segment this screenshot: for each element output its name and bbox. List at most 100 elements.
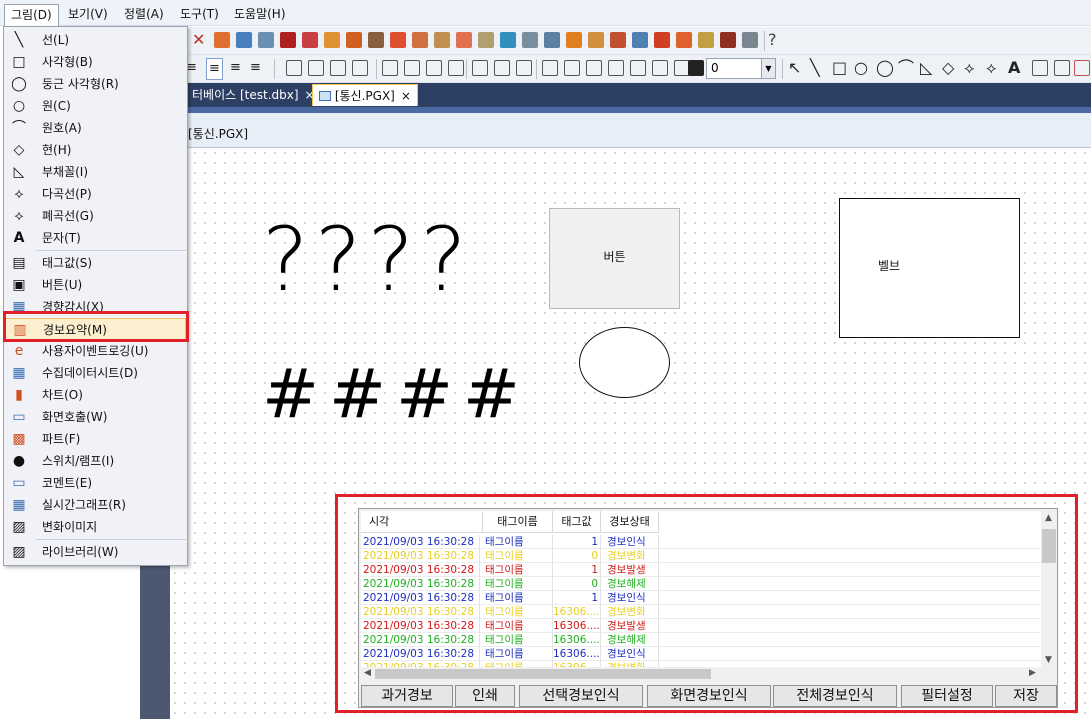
space-vertical-icon[interactable] [564, 60, 580, 76]
valve-object[interactable]: 벨브 [839, 198, 1020, 338]
menu-item-part[interactable]: ▩ 파트(F) [5, 428, 186, 450]
menu-item-text[interactable]: A 문자(T) [5, 227, 186, 249]
arc-tool-icon[interactable]: ⌒ [898, 58, 914, 78]
space-horizontal-icon[interactable] [542, 60, 558, 76]
hash-marks-text[interactable]: #### [262, 358, 530, 432]
menu-item-chord[interactable]: ◇ 현(H) [5, 139, 186, 161]
ungroup-icon[interactable] [308, 60, 324, 76]
gallery-icon[interactable] [742, 32, 758, 48]
menu-item-polycurve[interactable]: ⟡ 다곡선(P) [5, 183, 186, 205]
text-tool-icon[interactable]: A [1008, 58, 1020, 78]
button-object[interactable]: 버튼 [549, 208, 680, 309]
database-icon[interactable] [368, 32, 384, 48]
menu-item-chart[interactable]: ▮ 차트(O) [5, 384, 186, 406]
group-icon[interactable] [286, 60, 302, 76]
pie-tool-icon[interactable]: ◺ [920, 58, 932, 78]
align-middle-icon[interactable]: ≡ [230, 58, 241, 78]
device-icon[interactable] [280, 32, 296, 48]
question-marks-text[interactable]: ???? [262, 210, 473, 310]
button-tool-icon[interactable] [1054, 60, 1070, 76]
io-icon[interactable] [302, 32, 318, 48]
same-height-icon[interactable] [494, 60, 510, 76]
grid-icon[interactable] [544, 32, 560, 48]
menu-item-rectangle[interactable]: □ 사각형(B) [5, 51, 186, 73]
grid-toggle-icon[interactable] [688, 60, 704, 76]
send-back-icon[interactable] [352, 60, 368, 76]
chevron-down-icon[interactable]: ▼ [761, 59, 775, 78]
eraser-icon[interactable] [214, 32, 230, 48]
menu-item-switch-lamp[interactable]: ● 스위치/램프(I) [5, 450, 186, 472]
menu-draw[interactable]: 그림(D) [4, 4, 59, 26]
flip-vertical-icon[interactable] [608, 60, 624, 76]
menu-help[interactable]: 도움말(H) [228, 4, 292, 24]
network-icon[interactable] [258, 32, 274, 48]
menu-item-tag-value[interactable]: ▤ 태그값(S) [5, 252, 186, 274]
menu-item-library[interactable]: ▨ 라이브러리(W) [5, 541, 186, 563]
chord-tool-icon[interactable]: ◇ [942, 58, 954, 78]
rectangle-tool-icon[interactable]: □ [832, 58, 847, 78]
menu-item-rounded-rectangle[interactable]: ◯ 둥근 사각형(R) [5, 73, 186, 95]
tab-page[interactable]: [통신.PGX] × [312, 84, 418, 106]
menu-item-closed-curve[interactable]: ⟡ 폐곡선(G) [5, 205, 186, 227]
polycurve-tool-icon[interactable]: ⟡ [964, 58, 975, 78]
image-icon[interactable] [698, 32, 714, 48]
menu-item-circle[interactable]: ○ 원(C) [5, 95, 186, 117]
tag-tool-icon[interactable] [1032, 60, 1048, 76]
key-icon[interactable] [654, 32, 670, 48]
report-icon[interactable] [456, 32, 472, 48]
module-icon[interactable] [346, 32, 362, 48]
align-bottom-edge-icon[interactable] [448, 60, 464, 76]
align-top-edge-icon[interactable] [404, 60, 420, 76]
align-left-edge-icon[interactable] [382, 60, 398, 76]
script-icon[interactable] [324, 32, 340, 48]
user-icon[interactable] [566, 32, 582, 48]
event-icon[interactable] [588, 32, 604, 48]
menu-arrange[interactable]: 정렬(A) [118, 4, 170, 24]
tool-icon[interactable] [720, 32, 736, 48]
menu-item-arc[interactable]: ⌒ 원호(A) [5, 117, 186, 139]
menu-item-line[interactable]: ╲ 선(L) [5, 29, 186, 51]
page-copy-icon[interactable] [412, 32, 428, 48]
ellipse-object[interactable] [579, 327, 670, 398]
menu-item-screen-call[interactable]: ▭ 화면호출(W) [5, 406, 186, 428]
align-right-edge-icon[interactable] [426, 60, 442, 76]
monitor-icon[interactable] [632, 32, 648, 48]
page-add-icon[interactable] [390, 32, 406, 48]
tab-database-label: 터베이스 [test.dbx] [192, 88, 299, 102]
rotate-right-icon[interactable] [652, 60, 668, 76]
tab-database[interactable]: 터베이스 [test.dbx] × [186, 84, 321, 106]
same-size-icon[interactable] [516, 60, 532, 76]
align-right-icon[interactable]: ≡ [250, 58, 261, 78]
alarm-icon[interactable] [610, 32, 626, 48]
settings-icon[interactable] [500, 32, 516, 48]
menu-tools[interactable]: 도구(T) [174, 4, 225, 24]
menu-view[interactable]: 보기(V) [62, 4, 114, 24]
grid-size-combo[interactable]: 0 ▼ [706, 58, 776, 79]
run-icon[interactable] [676, 32, 692, 48]
page-list-icon[interactable] [434, 32, 450, 48]
menu-item-comment[interactable]: ▭ 코멘트(E) [5, 472, 186, 494]
menu-item-button[interactable]: ▣ 버튼(U) [5, 274, 186, 296]
menu-item-event-logging[interactable]: e 사용자이벤트로깅(U) [5, 340, 186, 362]
menu-item-pie[interactable]: ◺ 부채꼴(I) [5, 161, 186, 183]
closed-curve-tool-icon[interactable]: ⟡ [986, 58, 997, 78]
same-width-icon[interactable] [472, 60, 488, 76]
align-left-icon[interactable]: ≡ [206, 58, 223, 80]
rounded-rect-tool-icon[interactable]: ○ [854, 58, 868, 78]
document-icon[interactable] [478, 32, 494, 48]
help-icon[interactable]: ? [768, 30, 777, 50]
screen-icon[interactable] [236, 32, 252, 48]
menu-item-change-image[interactable]: ▨ 변화이미지 [5, 516, 186, 538]
select-pointer-icon[interactable]: ↖ [788, 58, 801, 78]
table-icon[interactable] [522, 32, 538, 48]
line-tool-icon[interactable]: ╲ [810, 58, 820, 78]
flip-horizontal-icon[interactable] [586, 60, 602, 76]
close-icon[interactable]: × [401, 89, 411, 103]
menu-item-realtime-graph[interactable]: ▦ 실시간그래프(R) [5, 494, 186, 516]
rotate-left-icon[interactable] [630, 60, 646, 76]
trend-tool-icon[interactable] [1074, 60, 1090, 76]
bring-front-icon[interactable] [330, 60, 346, 76]
circle-tool-icon[interactable]: ◯ [876, 58, 894, 78]
tool-cross-icon[interactable]: ✕ [192, 30, 205, 50]
menu-item-data-sheet[interactable]: ▦ 수집데이터시트(D) [5, 362, 186, 384]
